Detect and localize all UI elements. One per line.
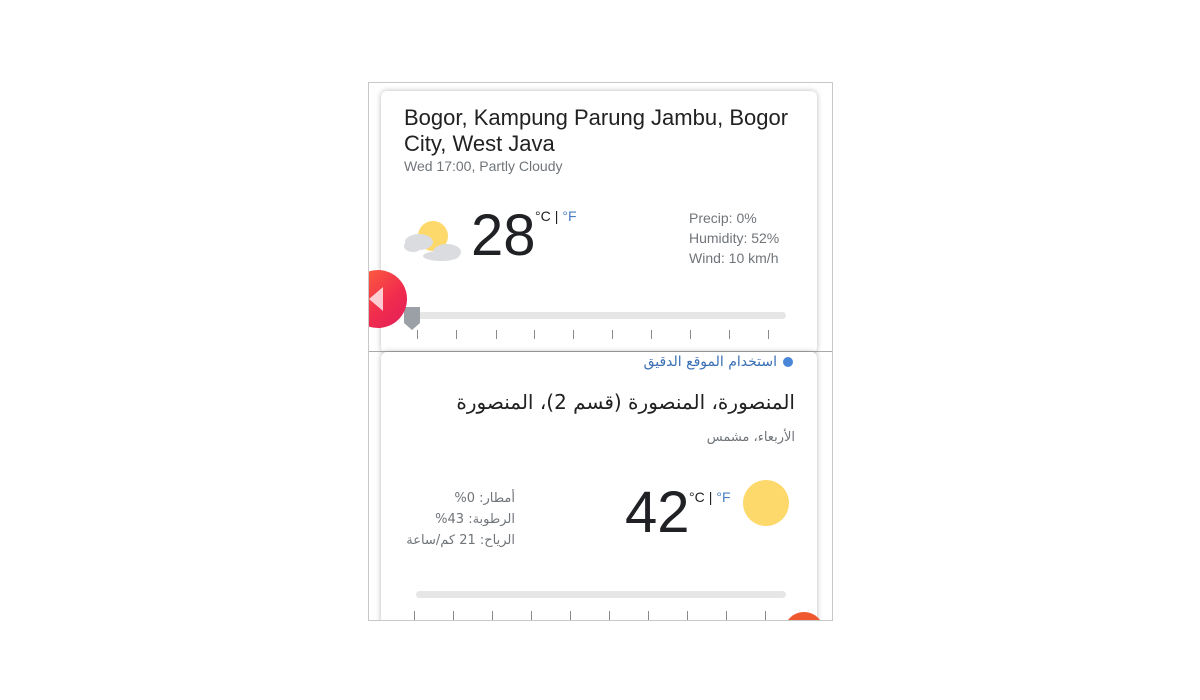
tick-mark bbox=[651, 330, 652, 339]
celsius-unit-ar[interactable]: °C bbox=[689, 489, 705, 505]
tick-mark bbox=[453, 611, 454, 620]
temperature-value: 28 bbox=[471, 203, 536, 268]
tick-mark bbox=[456, 330, 457, 339]
tick-mark bbox=[570, 611, 571, 620]
precip-text-ar: أمطار: 0% bbox=[454, 491, 515, 506]
unit-separator: | bbox=[554, 208, 559, 224]
tick-mark bbox=[765, 611, 766, 620]
app-logo-icon bbox=[369, 287, 383, 311]
fahrenheit-unit[interactable]: °F bbox=[562, 208, 576, 224]
fahrenheit-unit-ar[interactable]: °F bbox=[716, 489, 730, 505]
tick-mark bbox=[690, 330, 691, 339]
precise-location-label: استخدام الموقع الدقيق bbox=[643, 354, 777, 370]
weather-subtitle: Wed 17:00, Partly Cloudy bbox=[404, 158, 563, 174]
location-dot-icon bbox=[783, 357, 793, 367]
wind-text-ar: الرياح: 21 كم/ساعة bbox=[406, 533, 515, 548]
location-title-ar: المنصورة، المنصورة (قسم 2)، المنصورة bbox=[456, 390, 795, 414]
partly-cloudy-icon bbox=[404, 221, 461, 261]
tick-mark bbox=[612, 330, 613, 339]
tick-mark bbox=[573, 330, 574, 339]
tick-mark bbox=[729, 330, 730, 339]
tick-mark bbox=[726, 611, 727, 620]
precise-location-link[interactable]: استخدام الموقع الدقيق bbox=[644, 354, 793, 370]
tick-mark bbox=[496, 330, 497, 339]
precip-text: Precip: 0% bbox=[689, 210, 757, 226]
weather-card-bogor: Bogor, Kampung Parung Jambu, Bogor City,… bbox=[381, 91, 817, 353]
tick-mark bbox=[417, 330, 418, 339]
unit-toggle-ar: °C | °F bbox=[689, 489, 731, 505]
weather-details-ar: أمطار: 0% الرطوبة: 43% الرياح: 21 كم/ساع… bbox=[406, 488, 515, 551]
hourly-slider-track[interactable] bbox=[416, 312, 786, 319]
humidity-text: Humidity: 52% bbox=[689, 230, 780, 246]
weather-card-mansoura: استخدام الموقع الدقيق المنصورة، المنصورة… bbox=[381, 352, 817, 620]
sun-icon bbox=[743, 480, 789, 526]
location-title: Bogor, Kampung Parung Jambu, Bogor City,… bbox=[404, 105, 789, 156]
tick-mark bbox=[609, 611, 610, 620]
weather-subtitle-ar: الأربعاء، مشمس bbox=[706, 430, 795, 445]
wind-text: Wind: 10 km/h bbox=[689, 250, 779, 266]
hourly-slider-track-ar[interactable] bbox=[416, 591, 786, 598]
celsius-unit[interactable]: °C bbox=[535, 208, 551, 224]
temperature-value-ar: 42 bbox=[625, 480, 690, 545]
unit-toggle: °C | °F bbox=[535, 208, 577, 224]
screenshot-frame: Bogor, Kampung Parung Jambu, Bogor City,… bbox=[368, 82, 833, 621]
tick-mark bbox=[768, 330, 769, 339]
unit-separator-ar: | bbox=[708, 489, 713, 505]
tick-mark bbox=[492, 611, 493, 620]
weather-details: Precip: 0% Humidity: 52% Wind: 10 km/h bbox=[689, 208, 779, 268]
hourly-ticks bbox=[416, 330, 786, 340]
tick-mark bbox=[534, 330, 535, 339]
humidity-text-ar: الرطوبة: 43% bbox=[435, 512, 515, 527]
tick-mark bbox=[414, 611, 415, 620]
tick-mark bbox=[687, 611, 688, 620]
tick-mark bbox=[531, 611, 532, 620]
hourly-ticks-ar bbox=[414, 611, 786, 620]
tick-mark bbox=[648, 611, 649, 620]
